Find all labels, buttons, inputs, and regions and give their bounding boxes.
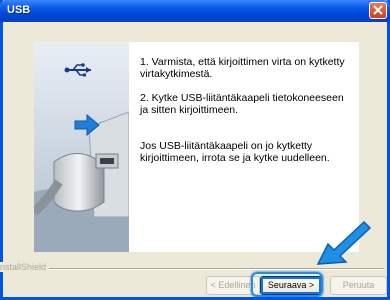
title-bar[interactable]: USB bbox=[0, 0, 390, 22]
cancel-button[interactable]: Peruuta bbox=[330, 276, 387, 295]
next-button-highlight bbox=[251, 272, 323, 297]
footer-divider bbox=[40, 268, 384, 270]
close-icon bbox=[373, 5, 383, 15]
pointer-arrow-icon bbox=[316, 220, 372, 265]
instruction-note: Jos USB-liitäntäkaapeli on jo kytketty k… bbox=[140, 140, 330, 164]
instruction-step-2: 2. Kytke USB-liitäntäkaapeli tietokonees… bbox=[140, 92, 344, 116]
close-button[interactable] bbox=[369, 2, 387, 19]
connect-arrow-icon bbox=[74, 114, 100, 136]
installshield-brand: nstallShield bbox=[0, 262, 50, 272]
instructions-text: 1. Varmista, että kirjoittimen virta on … bbox=[140, 56, 352, 176]
usb-symbol-icon bbox=[64, 63, 91, 77]
window-title: USB bbox=[7, 4, 31, 16]
content-panel: 1. Varmista, että kirjoittimen virta on … bbox=[34, 42, 359, 252]
instruction-step-1: 1. Varmista, että kirjoittimen virta on … bbox=[140, 56, 345, 80]
